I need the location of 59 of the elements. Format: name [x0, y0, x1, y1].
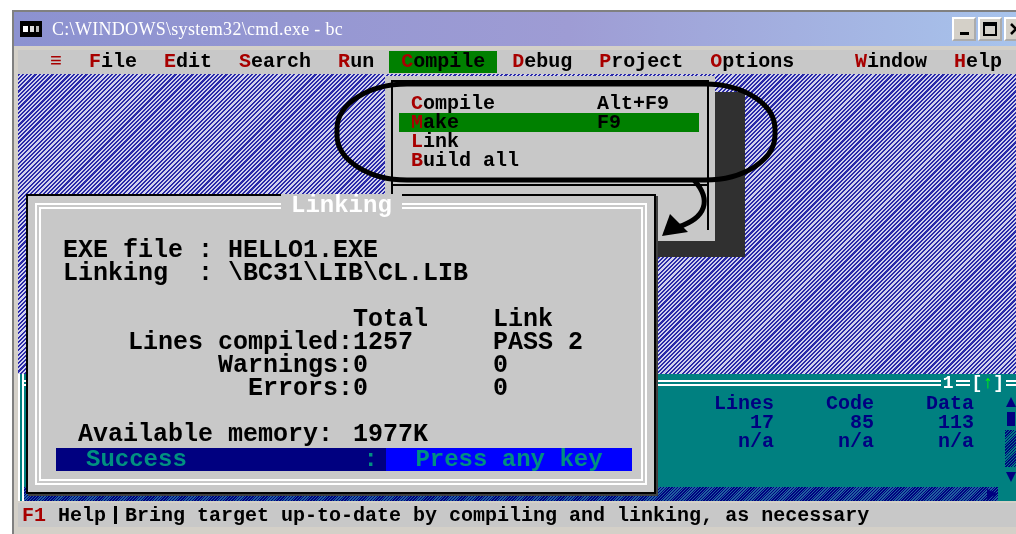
status-message: Bring target up-to-date by compiling and linking, as necessary	[125, 503, 870, 527]
menu-item[interactable]: ≡	[38, 51, 74, 73]
row-label: Errors:	[247, 377, 353, 400]
field-label: Linking :	[63, 262, 214, 285]
menu-item[interactable]: Help	[941, 51, 1014, 73]
console-icon	[20, 21, 42, 37]
minimize-button[interactable]	[952, 17, 976, 41]
menu-item[interactable]: Compile	[389, 51, 498, 73]
minimize-icon	[959, 32, 969, 35]
help-hint[interactable]: F1 Help	[22, 503, 107, 527]
memory-value: 1977K	[353, 423, 428, 446]
table-cell-text: 1257	[353, 331, 414, 354]
window-border-line	[955, 380, 970, 386]
menu-option[interactable]: Compile Alt+F9	[399, 94, 699, 113]
table-cell-text: 0	[353, 377, 369, 400]
menu-item[interactable]: Run	[326, 51, 387, 73]
table-cell-text: PASS 2	[493, 331, 584, 354]
scroll-down-icon[interactable]	[1005, 471, 1016, 483]
table-cell: n/a	[738, 432, 774, 451]
table-cell: 113	[938, 413, 974, 432]
menu-item[interactable]: File	[77, 51, 150, 73]
result-message: Success	[86, 448, 187, 471]
window-title: C:\WINDOWS\system32\cmd.exe - bc	[52, 18, 344, 40]
result-separator: :	[363, 448, 378, 471]
scroll-right-icon[interactable]	[986, 488, 998, 500]
memory-label: Available memory:	[78, 423, 335, 446]
column-header: Lines	[714, 394, 774, 413]
menu-item[interactable]: Window	[842, 51, 939, 73]
menu-option[interactable]: Build all	[399, 151, 699, 170]
menu-option[interactable]: Make F9	[399, 113, 699, 132]
menu-item[interactable]: Edit	[152, 51, 225, 73]
prompt-text: Press any key	[415, 448, 603, 471]
scroll-thumb[interactable]	[1007, 412, 1015, 426]
scroll-up-icon[interactable]	[1005, 396, 1016, 408]
column-header: Total	[353, 308, 429, 331]
table-cell-text: 0	[493, 377, 509, 400]
window-number: 1	[941, 373, 955, 393]
column-header: Code	[826, 394, 874, 413]
column-header: Data	[926, 394, 974, 413]
table-cell: 85	[850, 413, 874, 432]
table-cell: 17	[750, 413, 774, 432]
column-header: Link	[493, 308, 554, 331]
menu-item[interactable]: Project	[587, 51, 696, 73]
field-value: HELLO1.EXE	[228, 239, 379, 262]
field-label: EXE file :	[63, 239, 214, 262]
field-value: \BC31\LIB\CL.LIB	[228, 262, 469, 285]
zoom-button[interactable]: [↑]	[969, 373, 1006, 393]
table-cell: n/a	[838, 432, 874, 451]
table-cell-text: 0	[353, 354, 369, 377]
menu-option[interactable]: Link	[399, 132, 699, 151]
menu-item[interactable]: Options	[698, 51, 807, 73]
menu-item[interactable]: Search	[227, 51, 324, 73]
menu-item[interactable]: Debug	[500, 51, 585, 73]
row-label: Lines compiled:	[126, 331, 353, 354]
row-label: Warnings:	[216, 354, 353, 377]
maximize-button[interactable]	[978, 17, 1002, 41]
table-cell-text: 0	[493, 354, 509, 377]
table-cell: n/a	[938, 432, 974, 451]
maximize-icon	[983, 22, 997, 36]
